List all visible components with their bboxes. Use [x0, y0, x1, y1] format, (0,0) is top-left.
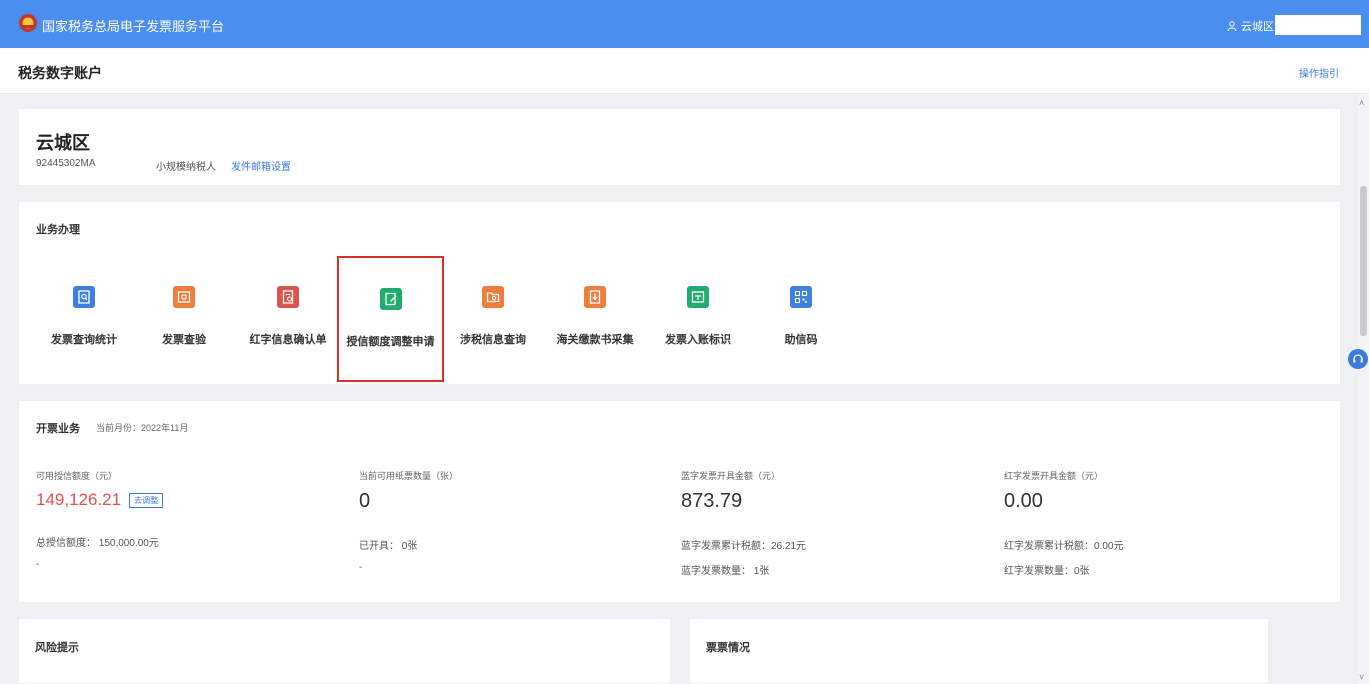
- kpi-sub: 蓝字发票数量： 1张: [681, 566, 770, 577]
- inbox-icon: [687, 286, 709, 308]
- current-month: 当前月份：2022年11月: [96, 423, 189, 433]
- invoicing-section-title: 开票业务: [36, 423, 80, 435]
- app-title: 国家税务总局电子发票服务平台: [42, 19, 225, 34]
- red-doc-icon: [277, 286, 299, 308]
- edit-doc-icon: [380, 288, 402, 310]
- service-label: 助信码: [784, 334, 818, 346]
- risk-section-title: 风险提示: [35, 642, 79, 654]
- service-label: 发票查验: [162, 334, 206, 346]
- scrollbar[interactable]: ˄ ˅: [1358, 94, 1369, 684]
- service-tax-info[interactable]: 涉税信息查询: [445, 260, 541, 370]
- invoicing-card: 开票业务 当前月份：2022年11月 可用授信额度（元） 149,126.21 …: [18, 400, 1341, 603]
- service-invoice-query[interactable]: 发票查询统计: [36, 260, 132, 370]
- kpi-sub: 红字发票数量：0张: [1004, 566, 1090, 577]
- tax-emblem-icon: [19, 14, 37, 32]
- business-card: 业务办理 发票查询统计 发票查验 红字信息确认单 授信额度调整申请 涉税信息查询: [18, 201, 1341, 385]
- kpi-value: 149,126.21: [36, 490, 122, 509]
- taxpayer-name: 云城区: [36, 133, 90, 153]
- service-label: 发票入账标识: [665, 334, 731, 346]
- kpi-sub: 红字发票累计税额：0.00元: [1004, 541, 1124, 552]
- service-label: 涉税信息查询: [460, 334, 526, 346]
- headset-icon: [1353, 354, 1363, 363]
- scroll-down-icon[interactable]: ˅: [1359, 672, 1364, 682]
- service-help-code[interactable]: 助信码: [753, 260, 849, 370]
- service-label: 红字信息确认单: [249, 334, 327, 346]
- email-setting-link[interactable]: 发件邮箱设置: [231, 158, 291, 173]
- ticket-card: 票票情况: [689, 618, 1269, 684]
- taxpayer-type: 小规模纳税人: [156, 162, 216, 173]
- taxpayer-id: 92445302MA: [36, 158, 96, 169]
- kpi-sub: 已开具： 0张: [359, 541, 418, 552]
- kpi-credit-limit: 可用授信额度（元） 149,126.21 去调整 总授信额度： 150,000.…: [36, 469, 336, 570]
- business-section-title: 业务办理: [36, 224, 80, 236]
- service-invoice-verify[interactable]: 发票查验: [136, 260, 232, 370]
- service-red-info[interactable]: 红字信息确认单: [240, 260, 336, 370]
- user-menu[interactable]: 云城区: [1227, 18, 1274, 34]
- page-header: 税务数字账户 操作指引: [0, 48, 1369, 94]
- kpi-label: 当前可用纸票数量（张）: [359, 471, 459, 481]
- user-icon: [1227, 21, 1237, 31]
- guide-link[interactable]: 操作指引: [1299, 65, 1339, 80]
- kpi-label: 蓝字发票开具金额（元）: [681, 471, 781, 481]
- customer-service-button[interactable]: [1348, 349, 1368, 369]
- qr-code-icon: [790, 286, 812, 308]
- kpi-red-amount: 红字发票开具金额（元） 0.00 红字发票累计税额：0.00元 红字发票数量：0…: [1004, 469, 1304, 577]
- kpi-sub: 蓝字发票累计税额：26.21元: [681, 541, 807, 552]
- top-bar: 国家税务总局电子发票服务平台 云城区: [0, 0, 1369, 48]
- scroll-up-icon[interactable]: ˄: [1359, 98, 1364, 108]
- kpi-sub: 总授信额度： 150,000.00元: [36, 538, 159, 549]
- kpi-label: 红字发票开具金额（元）: [1004, 471, 1104, 481]
- taxpayer-card: 云城区 92445302MA 小规模纳税人 发件邮箱设置: [18, 108, 1341, 186]
- page-title: 税务数字账户: [18, 65, 102, 81]
- kpi-sub: -: [359, 562, 363, 573]
- kpi-label: 可用授信额度（元）: [36, 471, 118, 481]
- kpi-blue-amount: 蓝字发票开具金额（元） 873.79 蓝字发票累计税额：26.21元 蓝字发票数…: [681, 469, 981, 577]
- kpi-value: 873.79: [681, 490, 743, 512]
- search-doc-icon: [73, 286, 95, 308]
- service-label: 授信额度调整申请: [346, 336, 435, 348]
- kpi-sub: -: [36, 559, 40, 570]
- scrollbar-thumb[interactable]: [1360, 186, 1367, 336]
- service-credit-adjust[interactable]: 授信额度调整申请: [337, 256, 444, 382]
- service-label: 发票查询统计: [51, 334, 117, 346]
- download-doc-icon: [584, 286, 606, 308]
- kpi-value: 0.00: [1004, 490, 1043, 512]
- verify-icon: [173, 286, 195, 308]
- user-info-box[interactable]: [1275, 15, 1361, 35]
- folder-search-icon: [482, 286, 504, 308]
- user-name: 云城区: [1241, 21, 1274, 33]
- service-customs-collect[interactable]: 海关缴款书采集: [547, 260, 643, 370]
- service-label: 海关缴款书采集: [556, 334, 634, 346]
- risk-card: 风险提示: [18, 618, 671, 684]
- adjust-button[interactable]: 去调整: [129, 492, 164, 508]
- service-invoice-booking[interactable]: 发票入账标识: [650, 260, 746, 370]
- kpi-paper-count: 当前可用纸票数量（张） 0 已开具： 0张 -: [359, 469, 659, 573]
- ticket-section-title: 票票情况: [706, 642, 750, 654]
- kpi-value: 0: [359, 490, 371, 512]
